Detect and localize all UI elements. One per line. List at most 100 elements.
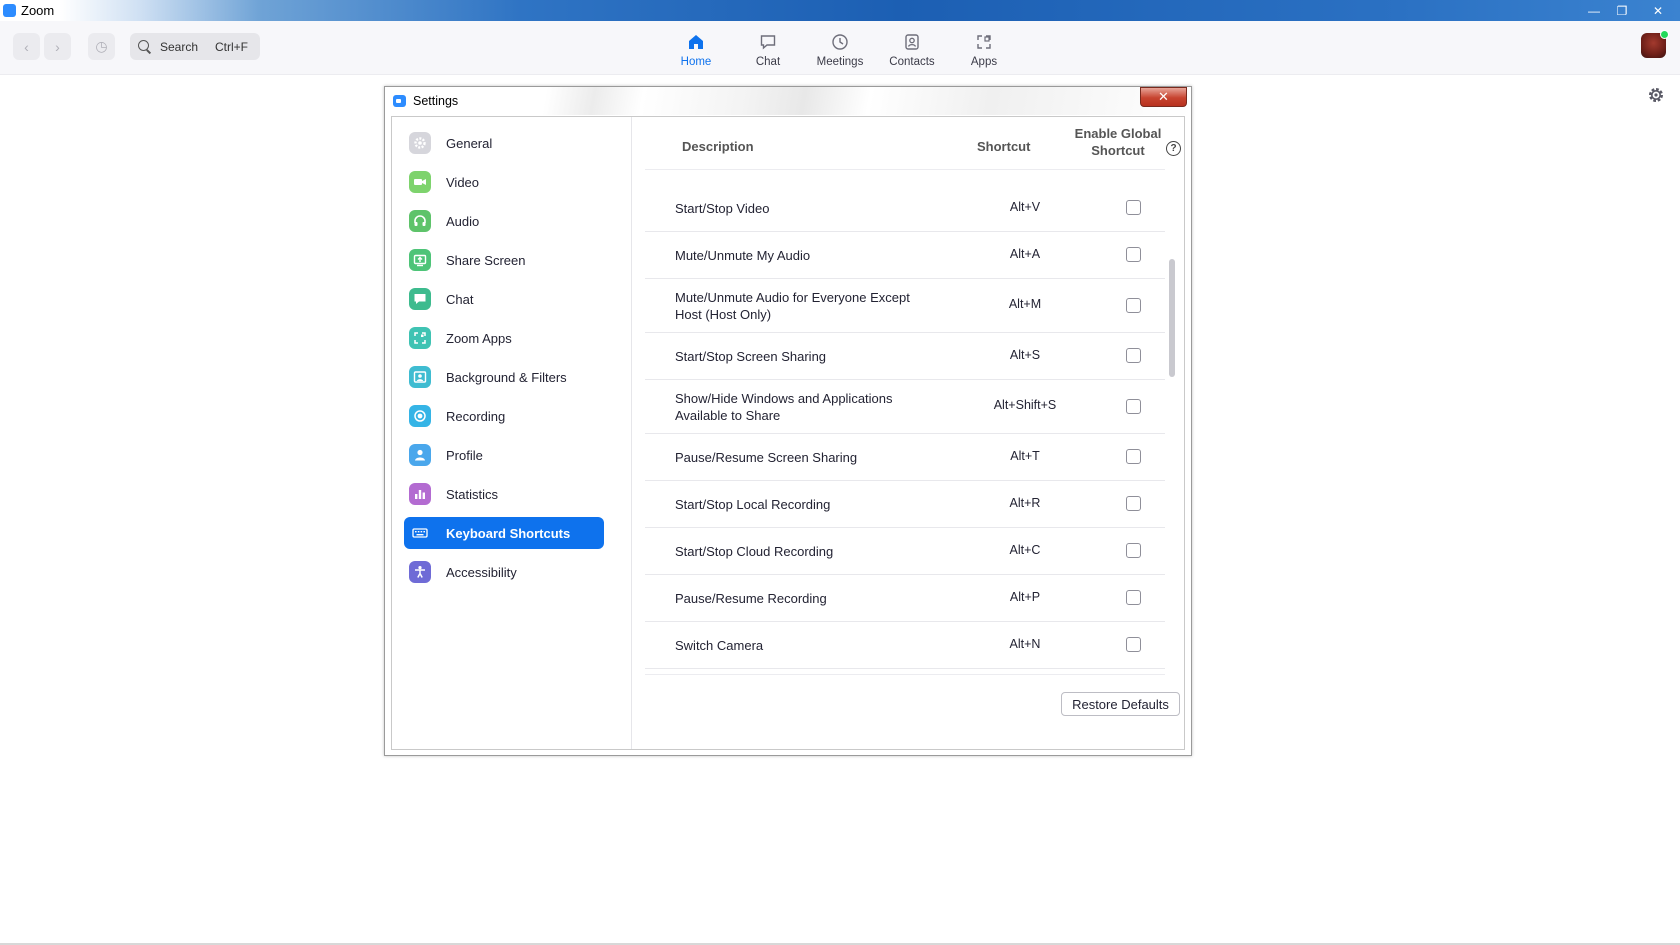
- minimize-icon: —: [1588, 3, 1600, 18]
- shortcut-key[interactable]: Alt+Shift+S: [965, 398, 1085, 412]
- dialog-title: Settings: [413, 94, 459, 108]
- tab-label: Apps: [970, 56, 998, 68]
- shortcut-description: Start/Stop Screen Sharing: [675, 349, 827, 364]
- statistics-icon: [409, 483, 431, 505]
- enable-global-checkbox[interactable]: [1126, 590, 1141, 605]
- tab-label: Home: [680, 56, 712, 68]
- back-button[interactable]: ‹: [13, 33, 40, 60]
- search-box[interactable]: Search Ctrl+F: [130, 33, 260, 60]
- enable-global-checkbox[interactable]: [1126, 637, 1141, 652]
- sidebar-item-zoom-apps[interactable]: Zoom Apps: [404, 322, 604, 354]
- settings-gear-button[interactable]: [1647, 86, 1665, 104]
- avatar[interactable]: [1641, 30, 1669, 58]
- enable-global-checkbox[interactable]: [1126, 449, 1141, 464]
- headphones-icon: [409, 210, 431, 232]
- window-close-button[interactable]: ✕: [1636, 0, 1680, 21]
- chat-icon: [409, 288, 431, 310]
- sidebar-item-label: Zoom Apps: [446, 330, 512, 346]
- shortcut-key[interactable]: Alt+V: [965, 200, 1085, 214]
- zoom-apps-icon: [409, 327, 431, 349]
- tab-meetings[interactable]: Meetings: [804, 21, 876, 75]
- table-row: Switch Camera Alt+N: [645, 622, 1165, 669]
- help-icon[interactable]: ?: [1166, 141, 1181, 156]
- gear-icon: [1647, 88, 1665, 108]
- sidebar-item-statistics[interactable]: Statistics: [404, 478, 604, 510]
- shortcut-description: Start/Stop Cloud Recording: [675, 544, 834, 559]
- sidebar-item-label: Recording: [446, 408, 506, 424]
- enable-global-checkbox[interactable]: [1126, 543, 1141, 558]
- sidebar-item-audio[interactable]: Audio: [404, 205, 604, 237]
- search-label: Search: [160, 39, 199, 54]
- os-title-bar: Zoom — ❐ ✕: [0, 0, 1680, 21]
- enable-global-checkbox[interactable]: [1126, 399, 1141, 414]
- table-row: Start/Stop Cloud Recording Alt+C: [645, 528, 1165, 575]
- shortcut-description: Show/Hide Windows and Applications Avail…: [675, 391, 893, 423]
- sidebar-item-label: Chat: [446, 291, 474, 307]
- shortcuts-list[interactable]: Start/Stop Video Alt+V Mute/Unmute My Audi…: [645, 169, 1165, 675]
- sidebar-item-general[interactable]: General: [404, 127, 604, 159]
- table-row: Start/Stop Screen Sharing Alt+S: [645, 333, 1165, 380]
- table-row: Pause/Resume Recording Alt+P: [645, 575, 1165, 622]
- table-row: Mute/Unmute Audio for Everyone Except Ho…: [645, 279, 1165, 333]
- table-row: Start/Stop Video Alt+V: [645, 185, 1165, 232]
- forward-button[interactable]: ›: [44, 33, 71, 60]
- shortcut-key[interactable]: Alt+P: [965, 590, 1085, 604]
- header-shortcut: Shortcut: [977, 139, 1031, 154]
- minimize-button[interactable]: —: [1580, 0, 1608, 21]
- shortcut-description: Pause/Resume Screen Sharing: [675, 450, 858, 465]
- enable-global-checkbox[interactable]: [1126, 298, 1141, 313]
- restore-defaults-button[interactable]: Restore Defaults: [1061, 692, 1180, 716]
- presence-status-icon: [1660, 30, 1669, 39]
- enable-global-checkbox[interactable]: [1126, 496, 1141, 511]
- sidebar-item-profile[interactable]: Profile: [404, 439, 604, 471]
- history-icon: ◷: [95, 38, 108, 54]
- close-icon: ✕: [1158, 89, 1169, 104]
- close-icon: ✕: [1652, 3, 1664, 18]
- shortcut-description: Switch Camera: [675, 638, 764, 653]
- sidebar-item-video[interactable]: Video: [404, 166, 604, 198]
- shortcut-key[interactable]: Alt+C: [965, 543, 1085, 557]
- chat-bubble-icon: [758, 32, 778, 52]
- shortcut-key[interactable]: Alt+R: [965, 496, 1085, 510]
- sidebar-item-label: Background & Filters: [446, 369, 567, 385]
- zoom-app-icon: [3, 4, 16, 17]
- sidebar-item-accessibility[interactable]: Accessibility: [404, 556, 604, 588]
- settings-dialog: Settings ✕ General Video Audio Share Screen…: [384, 86, 1192, 756]
- shortcuts-panel: Description Shortcut Enable Global Short…: [633, 117, 1185, 749]
- scrollbar-thumb[interactable]: [1169, 259, 1175, 377]
- enable-global-checkbox[interactable]: [1126, 200, 1141, 215]
- dialog-close-button[interactable]: ✕: [1140, 87, 1187, 107]
- shortcut-key[interactable]: Alt+M: [965, 297, 1085, 311]
- shortcut-key[interactable]: Alt+S: [965, 348, 1085, 362]
- dialog-body: General Video Audio Share Screen Chat Zoom Ap…: [391, 116, 1185, 750]
- sidebar-item-chat[interactable]: Chat: [404, 283, 604, 315]
- sidebar-item-label: Video: [446, 174, 480, 190]
- restore-button[interactable]: ❐: [1608, 0, 1636, 21]
- tab-contacts[interactable]: Contacts: [876, 21, 948, 75]
- sidebar-item-recording[interactable]: Recording: [404, 400, 604, 432]
- sidebar-item-label: Audio: [446, 213, 480, 229]
- shortcut-key[interactable]: Alt+N: [965, 637, 1085, 651]
- video-icon: [409, 171, 431, 193]
- tab-apps[interactable]: Apps: [948, 21, 1020, 75]
- history-button[interactable]: ◷: [88, 33, 115, 60]
- sidebar-item-keyboard-shortcuts[interactable]: Keyboard Shortcuts: [404, 517, 604, 549]
- record-icon: [409, 405, 431, 427]
- shortcut-key[interactable]: Alt+T: [965, 449, 1085, 463]
- search-icon: [138, 39, 152, 54]
- table-row: Show/Hide Windows and Applications Avail…: [645, 380, 1165, 434]
- sidebar-item-label: Accessibility: [446, 564, 517, 580]
- header-global-line1: Enable Global: [1074, 126, 1162, 141]
- shortcuts-scrollbar[interactable]: [1168, 169, 1176, 675]
- tab-chat[interactable]: Chat: [732, 21, 804, 75]
- apps-icon: [974, 32, 994, 52]
- tab-home[interactable]: Home: [660, 21, 732, 75]
- shortcut-key[interactable]: Alt+A: [965, 247, 1085, 261]
- chevron-left-icon: ‹: [24, 38, 29, 55]
- enable-global-checkbox[interactable]: [1126, 348, 1141, 363]
- sidebar-item-background-filters[interactable]: Background & Filters: [404, 361, 604, 393]
- tab-label: Meetings: [816, 56, 864, 68]
- table-row: Mute/Unmute My Audio Alt+A: [645, 232, 1165, 279]
- sidebar-item-share-screen[interactable]: Share Screen: [404, 244, 604, 276]
- enable-global-checkbox[interactable]: [1126, 247, 1141, 262]
